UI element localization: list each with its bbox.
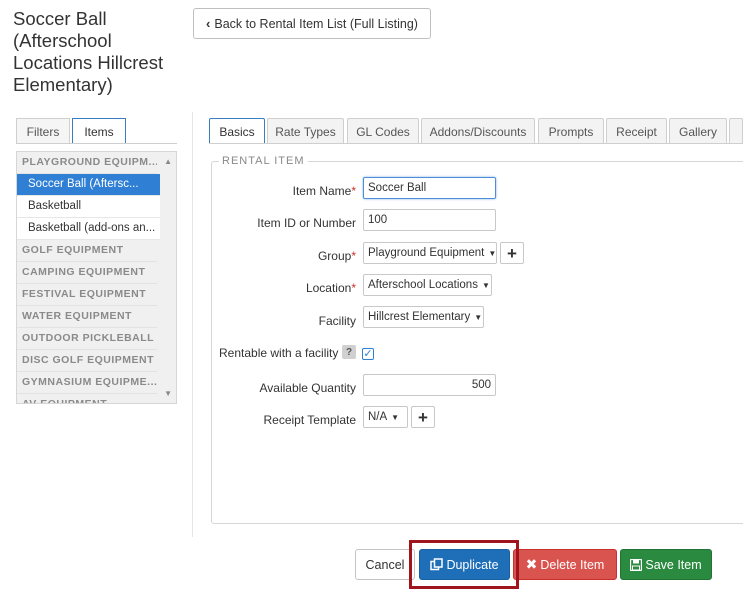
page-title: Soccer Ball (Afterschool Locations Hillc…: [13, 8, 164, 95]
location-select[interactable]: Afterschool Locations ▼: [363, 274, 492, 296]
tab-divider: [209, 143, 743, 144]
item-id-input[interactable]: 100: [363, 209, 496, 231]
rentable-checkbox[interactable]: ✓: [362, 348, 374, 360]
tab-addons-discounts[interactable]: Addons/Discounts: [421, 118, 535, 144]
group-select[interactable]: Playground Equipment ▼: [363, 242, 497, 264]
tab-receipt[interactable]: Receipt: [606, 118, 667, 144]
category-gymnasium[interactable]: GYMNASIUM EQUIPME...: [17, 372, 157, 394]
list-item-soccer-ball[interactable]: Soccer Ball (Aftersc... ✎: [17, 174, 160, 196]
required-mark: *: [351, 184, 356, 198]
quantity-input[interactable]: 500: [363, 374, 496, 396]
tab-basics[interactable]: Basics: [209, 118, 265, 144]
location-label: Location*: [230, 281, 356, 295]
scroll-down-icon[interactable]: ▼: [164, 389, 172, 398]
receipt-select-value: N/A: [368, 411, 388, 423]
caret-down-icon: ▼: [488, 249, 497, 258]
facility-label: Facility: [318, 314, 356, 328]
list-item-basketball[interactable]: Basketball: [17, 196, 160, 218]
tab-gl-codes[interactable]: GL Codes: [347, 118, 419, 144]
floppy-disk-icon: [630, 558, 643, 571]
plus-icon: +: [507, 243, 517, 263]
caret-down-icon: ▼: [481, 281, 490, 290]
facility-select-value: Hillcrest Elementary: [368, 311, 471, 323]
tab-prompts[interactable]: Prompts: [538, 118, 604, 144]
receipt-template-select[interactable]: N/A ▼: [363, 406, 408, 428]
chevron-left-icon: ‹: [206, 16, 211, 31]
panel-divider: [192, 112, 193, 537]
help-icon[interactable]: ?: [342, 345, 356, 359]
back-to-list-button[interactable]: ‹ Back to Rental Item List (Full Listing…: [193, 8, 431, 39]
duplicate-highlight-box: [409, 540, 519, 589]
required-mark: *: [351, 281, 356, 295]
location-select-value: Afterschool Locations: [368, 279, 478, 291]
category-disc-golf[interactable]: DISC GOLF EQUIPMENT: [17, 350, 157, 372]
rentable-label: Rentable with a facility: [219, 346, 339, 360]
category-pickleball[interactable]: OUTDOOR PICKLEBALL ...: [17, 328, 157, 350]
item-name-input[interactable]: Soccer Ball: [363, 177, 496, 199]
receipt-template-label: Receipt Template: [263, 413, 357, 427]
group-label: Group*: [230, 249, 356, 263]
group-select-value: Playground Equipment: [368, 247, 485, 259]
tab-rate-types[interactable]: Rate Types: [267, 118, 344, 144]
list-item-basketball-addons[interactable]: Basketball (add-ons an...: [17, 218, 160, 240]
list-item-label: Soccer Ball (Aftersc...: [28, 178, 139, 190]
back-button-label: Back to Rental Item List (Full Listing): [214, 16, 418, 31]
caret-down-icon: ▼: [391, 413, 400, 422]
plus-icon: +: [418, 407, 428, 427]
scroll-up-icon[interactable]: ▲: [164, 157, 172, 166]
category-water[interactable]: WATER EQUIPMENT: [17, 306, 157, 328]
caret-down-icon: ▼: [474, 313, 483, 322]
item-name-label: Item Name*: [230, 184, 356, 198]
add-receipt-template-button[interactable]: +: [411, 406, 435, 428]
delete-item-button[interactable]: ✖ Delete Item: [513, 549, 617, 580]
tab-gallery[interactable]: Gallery: [669, 118, 727, 144]
facility-select[interactable]: Hillcrest Elementary ▼: [363, 306, 484, 328]
category-golf[interactable]: GOLF EQUIPMENT: [17, 240, 157, 262]
fieldset-legend: RENTAL ITEM: [219, 155, 308, 167]
category-camping[interactable]: CAMPING EQUIPMENT: [17, 262, 157, 284]
save-item-button[interactable]: Save Item: [620, 549, 712, 580]
tab-filters[interactable]: Filters: [16, 118, 70, 144]
item-list[interactable]: PLAYGROUND EQUIPM... Soccer Ball (Afters…: [16, 151, 177, 404]
tab-more[interactable]: [729, 118, 743, 144]
cancel-button[interactable]: Cancel: [355, 549, 415, 580]
category-playground[interactable]: PLAYGROUND EQUIPM...: [17, 152, 157, 174]
group-label-text: Group: [317, 249, 352, 263]
item-id-label: Item ID or Number: [257, 216, 356, 230]
delete-label: Delete Item: [540, 557, 605, 572]
item-name-label-text: Item Name: [292, 184, 352, 198]
category-festival[interactable]: FESTIVAL EQUIPMENT: [17, 284, 157, 306]
location-label-text: Location: [305, 281, 352, 295]
required-mark: *: [351, 249, 356, 263]
quantity-label: Available Quantity: [259, 381, 356, 395]
left-tab-divider: [16, 143, 177, 144]
save-label: Save Item: [645, 557, 702, 572]
category-av[interactable]: AV EQUIPMENT: [17, 394, 157, 403]
tab-items[interactable]: Items: [72, 118, 126, 144]
add-group-button[interactable]: +: [500, 242, 524, 264]
x-icon: ✖: [525, 556, 538, 572]
